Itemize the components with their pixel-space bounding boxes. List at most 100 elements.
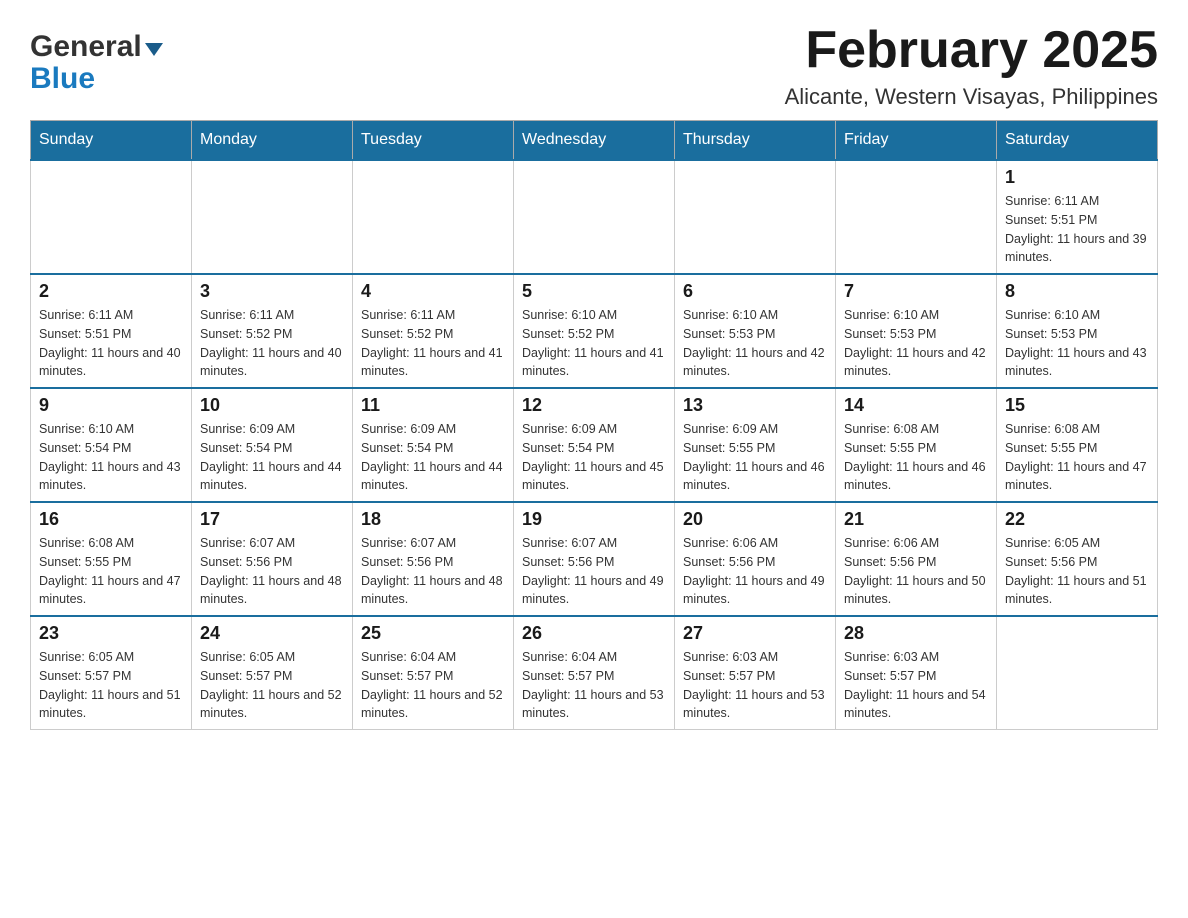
day-info: Sunrise: 6:05 AMSunset: 5:56 PMDaylight:… bbox=[1005, 534, 1149, 609]
day-number: 15 bbox=[1005, 395, 1149, 416]
day-number: 3 bbox=[200, 281, 344, 302]
day-info: Sunrise: 6:03 AMSunset: 5:57 PMDaylight:… bbox=[844, 648, 988, 723]
calendar-day-cell: 22 Sunrise: 6:05 AMSunset: 5:56 PMDayligh… bbox=[997, 502, 1158, 616]
day-number: 12 bbox=[522, 395, 666, 416]
day-info: Sunrise: 6:05 AMSunset: 5:57 PMDaylight:… bbox=[200, 648, 344, 723]
day-info: Sunrise: 6:03 AMSunset: 5:57 PMDaylight:… bbox=[683, 648, 827, 723]
day-number: 18 bbox=[361, 509, 505, 530]
calendar-day-cell: 2 Sunrise: 6:11 AMSunset: 5:51 PMDaylight… bbox=[31, 274, 192, 388]
day-number: 6 bbox=[683, 281, 827, 302]
day-number: 13 bbox=[683, 395, 827, 416]
calendar-table: SundayMondayTuesdayWednesdayThursdayFrid… bbox=[30, 120, 1158, 730]
calendar-day-cell: 16 Sunrise: 6:08 AMSunset: 5:55 PMDayligh… bbox=[31, 502, 192, 616]
calendar-day-cell bbox=[675, 160, 836, 274]
logo: General Blue bbox=[30, 30, 163, 94]
day-info: Sunrise: 6:11 AMSunset: 5:51 PMDaylight:… bbox=[1005, 192, 1149, 267]
day-number: 10 bbox=[200, 395, 344, 416]
calendar-day-cell: 9 Sunrise: 6:10 AMSunset: 5:54 PMDaylight… bbox=[31, 388, 192, 502]
day-number: 20 bbox=[683, 509, 827, 530]
day-info: Sunrise: 6:04 AMSunset: 5:57 PMDaylight:… bbox=[361, 648, 505, 723]
calendar-day-cell: 10 Sunrise: 6:09 AMSunset: 5:54 PMDayligh… bbox=[192, 388, 353, 502]
day-number: 19 bbox=[522, 509, 666, 530]
calendar-day-cell: 12Sunrise: 6:09 AMSunset: 5:54 PMDayligh… bbox=[514, 388, 675, 502]
day-info: Sunrise: 6:09 AMSunset: 5:54 PMDaylight:… bbox=[361, 420, 505, 495]
calendar-day-cell: 4 Sunrise: 6:11 AMSunset: 5:52 PMDaylight… bbox=[353, 274, 514, 388]
day-info: Sunrise: 6:05 AMSunset: 5:57 PMDaylight:… bbox=[39, 648, 183, 723]
day-info: Sunrise: 6:10 AMSunset: 5:52 PMDaylight:… bbox=[522, 306, 666, 381]
day-number: 17 bbox=[200, 509, 344, 530]
day-number: 26 bbox=[522, 623, 666, 644]
day-info: Sunrise: 6:11 AMSunset: 5:52 PMDaylight:… bbox=[361, 306, 505, 381]
calendar-day-cell: 15 Sunrise: 6:08 AMSunset: 5:55 PMDayligh… bbox=[997, 388, 1158, 502]
day-number: 8 bbox=[1005, 281, 1149, 302]
calendar-day-cell: 17 Sunrise: 6:07 AMSunset: 5:56 PMDayligh… bbox=[192, 502, 353, 616]
day-number: 24 bbox=[200, 623, 344, 644]
calendar-day-cell: 14 Sunrise: 6:08 AMSunset: 5:55 PMDayligh… bbox=[836, 388, 997, 502]
day-number: 1 bbox=[1005, 167, 1149, 188]
day-number: 23 bbox=[39, 623, 183, 644]
calendar-day-header: Sunday bbox=[31, 121, 192, 161]
calendar-day-cell: 1 Sunrise: 6:11 AMSunset: 5:51 PMDaylight… bbox=[997, 160, 1158, 274]
day-number: 25 bbox=[361, 623, 505, 644]
logo-general-text: General bbox=[30, 30, 142, 64]
day-number: 5 bbox=[522, 281, 666, 302]
calendar-day-header: Tuesday bbox=[353, 121, 514, 161]
logo-blue-text: Blue bbox=[30, 64, 95, 94]
calendar-subtitle: Alicante, Western Visayas, Philippines bbox=[785, 84, 1158, 110]
calendar-day-cell bbox=[192, 160, 353, 274]
day-number: 14 bbox=[844, 395, 988, 416]
day-info: Sunrise: 6:08 AMSunset: 5:55 PMDaylight:… bbox=[1005, 420, 1149, 495]
calendar-day-cell: 25 Sunrise: 6:04 AMSunset: 5:57 PMDayligh… bbox=[353, 616, 514, 730]
calendar-day-cell: 26 Sunrise: 6:04 AMSunset: 5:57 PMDayligh… bbox=[514, 616, 675, 730]
day-info: Sunrise: 6:10 AMSunset: 5:54 PMDaylight:… bbox=[39, 420, 183, 495]
day-number: 16 bbox=[39, 509, 183, 530]
day-info: Sunrise: 6:09 AMSunset: 5:55 PMDaylight:… bbox=[683, 420, 827, 495]
day-info: Sunrise: 6:10 AMSunset: 5:53 PMDaylight:… bbox=[1005, 306, 1149, 381]
calendar-day-cell bbox=[514, 160, 675, 274]
calendar-day-cell bbox=[836, 160, 997, 274]
day-info: Sunrise: 6:11 AMSunset: 5:51 PMDaylight:… bbox=[39, 306, 183, 381]
calendar-day-cell: 5 Sunrise: 6:10 AMSunset: 5:52 PMDaylight… bbox=[514, 274, 675, 388]
logo-triangle-icon bbox=[145, 43, 163, 56]
day-info: Sunrise: 6:09 AMSunset: 5:54 PMDaylight:… bbox=[200, 420, 344, 495]
calendar-day-header: Wednesday bbox=[514, 121, 675, 161]
calendar-day-header: Saturday bbox=[997, 121, 1158, 161]
page-header: General Blue February 2025 Alicante, Wes… bbox=[30, 20, 1158, 110]
day-info: Sunrise: 6:07 AMSunset: 5:56 PMDaylight:… bbox=[361, 534, 505, 609]
calendar-header-row: SundayMondayTuesdayWednesdayThursdayFrid… bbox=[31, 121, 1158, 161]
day-info: Sunrise: 6:04 AMSunset: 5:57 PMDaylight:… bbox=[522, 648, 666, 723]
calendar-week-row: 23 Sunrise: 6:05 AMSunset: 5:57 PMDayligh… bbox=[31, 616, 1158, 730]
calendar-day-cell: 21 Sunrise: 6:06 AMSunset: 5:56 PMDayligh… bbox=[836, 502, 997, 616]
day-number: 7 bbox=[844, 281, 988, 302]
day-number: 21 bbox=[844, 509, 988, 530]
calendar-day-cell: 18 Sunrise: 6:07 AMSunset: 5:56 PMDayligh… bbox=[353, 502, 514, 616]
day-info: Sunrise: 6:08 AMSunset: 5:55 PMDaylight:… bbox=[39, 534, 183, 609]
calendar-day-cell: 3 Sunrise: 6:11 AMSunset: 5:52 PMDaylight… bbox=[192, 274, 353, 388]
day-number: 22 bbox=[1005, 509, 1149, 530]
title-block: February 2025 Alicante, Western Visayas,… bbox=[785, 20, 1158, 110]
day-info: Sunrise: 6:08 AMSunset: 5:55 PMDaylight:… bbox=[844, 420, 988, 495]
calendar-day-cell: 11 Sunrise: 6:09 AMSunset: 5:54 PMDayligh… bbox=[353, 388, 514, 502]
calendar-day-cell bbox=[997, 616, 1158, 730]
calendar-week-row: 16 Sunrise: 6:08 AMSunset: 5:55 PMDayligh… bbox=[31, 502, 1158, 616]
day-number: 27 bbox=[683, 623, 827, 644]
day-info: Sunrise: 6:10 AMSunset: 5:53 PMDaylight:… bbox=[683, 306, 827, 381]
day-number: 2 bbox=[39, 281, 183, 302]
day-info: Sunrise: 6:06 AMSunset: 5:56 PMDaylight:… bbox=[844, 534, 988, 609]
day-info: Sunrise: 6:06 AMSunset: 5:56 PMDaylight:… bbox=[683, 534, 827, 609]
calendar-week-row: 2 Sunrise: 6:11 AMSunset: 5:51 PMDaylight… bbox=[31, 274, 1158, 388]
calendar-day-cell: 24 Sunrise: 6:05 AMSunset: 5:57 PMDayligh… bbox=[192, 616, 353, 730]
day-number: 9 bbox=[39, 395, 183, 416]
day-number: 4 bbox=[361, 281, 505, 302]
calendar-day-cell bbox=[31, 160, 192, 274]
calendar-day-cell: 23 Sunrise: 6:05 AMSunset: 5:57 PMDayligh… bbox=[31, 616, 192, 730]
calendar-week-row: 9 Sunrise: 6:10 AMSunset: 5:54 PMDaylight… bbox=[31, 388, 1158, 502]
calendar-day-cell: 28 Sunrise: 6:03 AMSunset: 5:57 PMDayligh… bbox=[836, 616, 997, 730]
calendar-day-cell: 19 Sunrise: 6:07 AMSunset: 5:56 PMDayligh… bbox=[514, 502, 675, 616]
day-info: Sunrise: 6:07 AMSunset: 5:56 PMDaylight:… bbox=[522, 534, 666, 609]
day-number: 28 bbox=[844, 623, 988, 644]
day-info: Sunrise: 6:07 AMSunset: 5:56 PMDaylight:… bbox=[200, 534, 344, 609]
calendar-day-cell bbox=[353, 160, 514, 274]
day-info: Sunrise: 6:11 AMSunset: 5:52 PMDaylight:… bbox=[200, 306, 344, 381]
day-number: 11 bbox=[361, 395, 505, 416]
